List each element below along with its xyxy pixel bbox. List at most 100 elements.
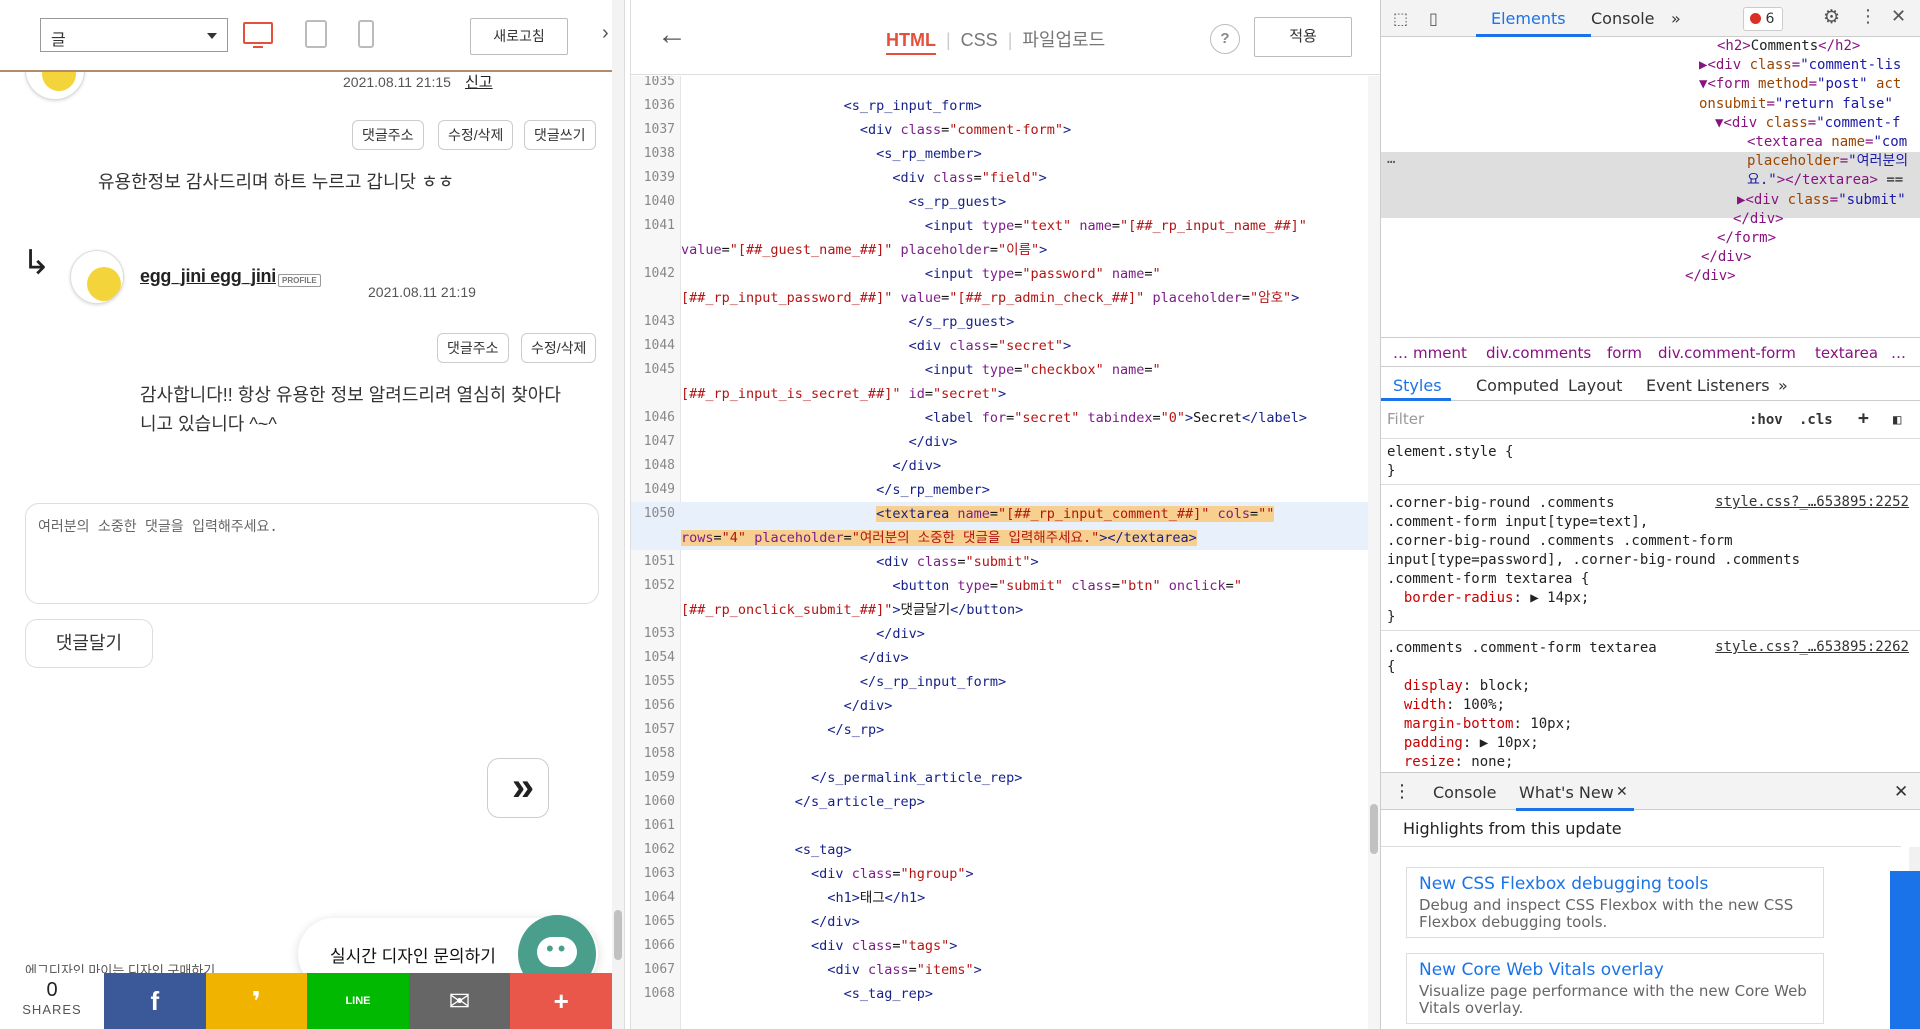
code-text[interactable]: <div class="tags"> <box>681 934 957 958</box>
tab-console[interactable]: Console <box>1433 783 1497 802</box>
code-text[interactable]: </div> <box>681 910 860 934</box>
code-line[interactable]: 1044 <div class="secret"> <box>631 334 1381 358</box>
code-text[interactable]: <input type="text" name="[##_rp_input_na… <box>681 214 1307 238</box>
tab-layout[interactable]: Layout <box>1568 376 1622 395</box>
code-text[interactable]: <label for="secret" tabindex="0">Secret<… <box>681 406 1307 430</box>
comment-author[interactable]: egg_jini egg_jini <box>140 266 276 287</box>
code-text[interactable]: [##_rp_input_password_##]" value="[##_rp… <box>681 286 1299 310</box>
tab-console[interactable]: Console <box>1591 9 1655 28</box>
code-text[interactable]: <div class="field"> <box>681 166 1046 190</box>
sidebar-toggle-icon[interactable]: ◧ <box>1893 412 1901 428</box>
code-line[interactable]: 1046 <label for="secret" tabindex="0">Se… <box>631 406 1381 430</box>
code-text[interactable]: value="[##_guest_name_##]" placeholder="… <box>681 238 1047 262</box>
code-text[interactable]: rows="4" placeholder="여러분의 소중한 댓글을 입력해주세… <box>681 526 1197 550</box>
view-select[interactable]: 글 <box>40 18 228 52</box>
code-text[interactable]: <s_tag> <box>681 838 852 862</box>
code-editor[interactable]: 1035 1036 <s_rp_input_form> 1037 <div clas… <box>631 76 1381 1029</box>
whats-new-card[interactable]: New Core Web Vitals overlay Visualize pa… <box>1406 953 1824 1024</box>
code-text[interactable]: <div class="comment-form"> <box>681 118 1071 142</box>
tab-computed[interactable]: Computed <box>1476 376 1559 395</box>
edit-delete-button[interactable]: 수정/삭제 <box>438 120 514 150</box>
card-heading[interactable]: New Core Web Vitals overlay <box>1419 960 1811 980</box>
inspect-element-icon[interactable]: ⬚ <box>1393 9 1408 28</box>
kakao-share-button[interactable]: ❜ <box>205 973 308 1029</box>
preview-scrollbar[interactable] <box>612 0 624 1029</box>
mobile-view-icon[interactable] <box>358 20 374 48</box>
submit-comment-button[interactable]: 댓글달기 <box>25 619 153 668</box>
code-line[interactable]: 1053 </div> <box>631 622 1381 646</box>
code-line[interactable]: 1043 </s_rp_guest> <box>631 310 1381 334</box>
breadcrumb-item[interactable]: mment <box>1413 344 1467 362</box>
code-text[interactable]: </div> <box>681 454 941 478</box>
code-line[interactable]: 1060 </s_article_rep> <box>631 790 1381 814</box>
add-rule-icon[interactable]: + <box>1858 408 1869 429</box>
code-line[interactable]: 1047 </div> <box>631 430 1381 454</box>
tab-styles[interactable]: Styles <box>1393 376 1442 395</box>
code-line[interactable]: 1049 </s_rp_member> <box>631 478 1381 502</box>
desktop-view-icon[interactable] <box>243 22 273 48</box>
comment-textarea[interactable]: 여러분의 소중한 댓글을 입력해주세요. <box>25 503 599 604</box>
line-share-button[interactable]: LINE <box>307 973 409 1029</box>
more-tabs-icon[interactable]: » <box>1778 376 1788 395</box>
code-line[interactable]: [##_rp_onclick_submit_##]">댓글달기</button> <box>631 598 1381 622</box>
code-text[interactable]: [##_rp_onclick_submit_##]">댓글달기</button> <box>681 598 1023 622</box>
code-text[interactable]: <div class="items"> <box>681 958 981 982</box>
breadcrumb-item[interactable]: div.comment-form <box>1658 344 1796 362</box>
comment-link-button[interactable]: 댓글주소 <box>352 120 424 150</box>
tab-elements[interactable]: Elements <box>1491 9 1566 28</box>
code-text[interactable]: </div> <box>681 694 893 718</box>
css-declaration[interactable]: border-radius: ▶ 14px; <box>1387 589 1589 608</box>
css-declaration[interactable]: width: 100%; <box>1387 696 1505 715</box>
code-text[interactable]: <input type="checkbox" name=" <box>681 358 1161 382</box>
edit-delete-button[interactable]: 수정/삭제 <box>521 333 597 363</box>
code-text[interactable]: <s_rp_input_form> <box>681 94 982 118</box>
code-text[interactable]: <input type="password" name=" <box>681 262 1161 286</box>
gear-icon[interactable]: ⚙ <box>1823 6 1840 28</box>
tab-file-upload[interactable]: 파일업로드 <box>1022 26 1105 54</box>
code-line[interactable]: 1040 <s_rp_guest> <box>631 190 1381 214</box>
breadcrumb-item[interactable]: … <box>1393 344 1408 362</box>
more-share-button[interactable]: + <box>510 973 612 1029</box>
code-line[interactable]: 1041 <input type="text" name="[##_rp_inp… <box>631 214 1381 238</box>
code-text[interactable]: </s_rp_input_form> <box>681 670 1006 694</box>
code-line[interactable]: 1064 <h1>태그</h1> <box>631 886 1381 910</box>
breadcrumb-item[interactable]: textarea <box>1815 344 1878 362</box>
code-line[interactable]: [##_rp_input_password_##]" value="[##_rp… <box>631 286 1381 310</box>
stylesheet-link[interactable]: style.css?_…653895:2252 <box>1715 494 1909 510</box>
code-text[interactable]: <h1>태그</h1> <box>681 886 925 910</box>
tab-event-listeners[interactable]: Event Listeners <box>1646 376 1770 395</box>
code-line[interactable]: 1058 <box>631 742 1381 766</box>
code-line[interactable]: 1057 </s_rp> <box>631 718 1381 742</box>
stylesheet-link[interactable]: style.css?_…653895:2262 <box>1715 639 1909 655</box>
code-text[interactable]: <div class="hgroup"> <box>681 862 974 886</box>
help-icon[interactable]: ? <box>1210 24 1240 54</box>
css-declaration[interactable]: display: block; <box>1387 677 1530 696</box>
code-line[interactable]: 1065 </div> <box>631 910 1381 934</box>
code-line[interactable]: 1059 </s_permalink_article_rep> <box>631 766 1381 790</box>
chevron-right-icon[interactable]: › <box>602 22 609 45</box>
code-line[interactable]: 1061 <box>631 814 1381 838</box>
code-line[interactable]: 1050 <textarea name="[##_rp_input_commen… <box>631 502 1381 526</box>
code-line[interactable]: 1055 </s_rp_input_form> <box>631 670 1381 694</box>
code-line[interactable]: 1062 <s_tag> <box>631 838 1381 862</box>
facebook-share-button[interactable]: f <box>104 973 206 1029</box>
code-line[interactable]: 1056 </div> <box>631 694 1381 718</box>
dom-node-line[interactable]: </div> <box>1685 265 1736 287</box>
dots-icon[interactable]: … <box>1387 151 1395 167</box>
css-declaration[interactable]: resize: none; <box>1387 753 1514 772</box>
code-text[interactable]: </div> <box>681 622 925 646</box>
back-arrow-icon[interactable]: ← <box>657 18 687 52</box>
code-line[interactable]: 1054 </div> <box>631 646 1381 670</box>
more-tabs-icon[interactable]: » <box>1671 9 1681 28</box>
report-link[interactable]: 신고 <box>465 71 493 92</box>
comment-link-button[interactable]: 댓글주소 <box>437 333 509 363</box>
device-toolbar-icon[interactable]: ▯ <box>1429 9 1438 28</box>
filter-input[interactable]: Filter <box>1387 410 1732 432</box>
code-text[interactable]: </div> <box>681 646 909 670</box>
css-rules-pane[interactable]: element.style { } style.css?_…653895:225… <box>1381 439 1920 772</box>
code-line[interactable]: value="[##_guest_name_##]" placeholder="… <box>631 238 1381 262</box>
code-text[interactable]: </div> <box>681 430 958 454</box>
code-line[interactable]: 1067 <div class="items"> <box>631 958 1381 982</box>
breadcrumb-item[interactable]: div.comments <box>1486 344 1591 362</box>
kebab-menu-icon[interactable]: ⋮ <box>1393 781 1411 802</box>
